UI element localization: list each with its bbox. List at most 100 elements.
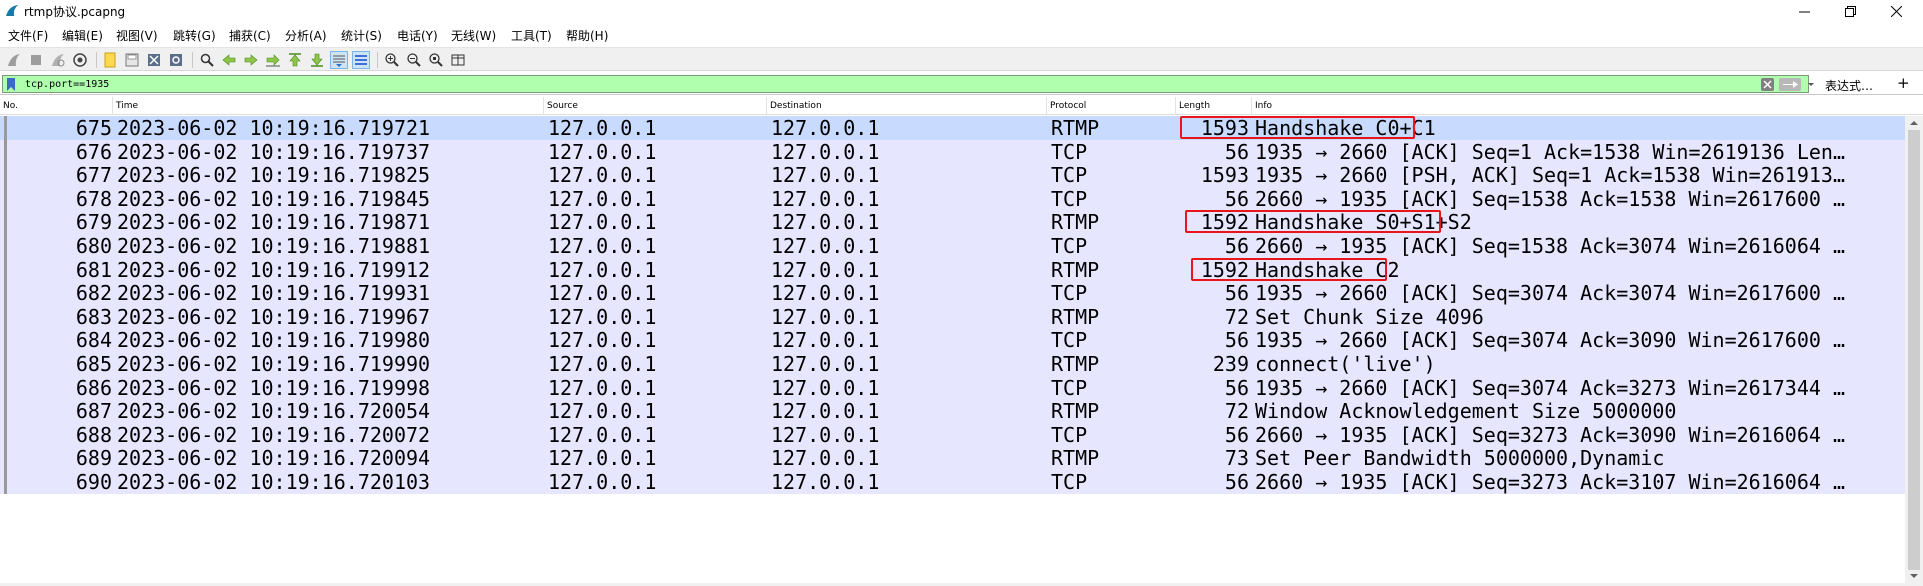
packet-row[interactable]: 688 2023-06-02 10:19:16.720072 127.0.0.1 12… — [0, 423, 1905, 447]
packet-row[interactable]: 686 2023-06-02 10:19:16.719998 127.0.0.1 12… — [0, 376, 1905, 400]
packet-row[interactable]: 689 2023-06-02 10:19:16.720094 127.0.0.1 12… — [0, 446, 1905, 470]
packet-time: 2023-06-02 10:19:16.719871 — [117, 210, 431, 234]
zoom-normal-icon[interactable] — [427, 51, 445, 69]
go-back-icon[interactable] — [220, 51, 238, 69]
stop-capture-icon[interactable] — [27, 51, 45, 69]
menu-wireless[interactable]: 无线(W) — [451, 27, 496, 44]
go-last-icon[interactable] — [308, 51, 326, 69]
menu-edit[interactable]: 编辑(E) — [62, 27, 103, 44]
packet-source: 127.0.0.1 — [548, 328, 657, 352]
menu-capture[interactable]: 捕获(C) — [229, 27, 271, 44]
display-filter-input[interactable] — [2, 75, 1809, 93]
packet-time: 2023-06-02 10:19:16.719825 — [117, 163, 431, 187]
packet-source: 127.0.0.1 — [548, 376, 657, 400]
vertical-scrollbar[interactable] — [1905, 116, 1923, 583]
save-file-icon[interactable] — [123, 51, 141, 69]
capture-options-icon[interactable] — [71, 51, 89, 69]
packet-length: 56 — [1224, 470, 1249, 494]
column-header-time[interactable]: Time — [113, 97, 544, 115]
resize-columns-icon[interactable] — [449, 51, 467, 69]
packet-time: 2023-06-02 10:19:16.719967 — [117, 305, 431, 329]
highlight-box — [1185, 210, 1441, 233]
add-filter-button[interactable]: + — [1897, 74, 1910, 92]
filter-dropdown-icon[interactable] — [1806, 77, 1816, 91]
expression-button[interactable]: 表达式… — [1825, 77, 1873, 94]
column-header-destination[interactable]: Destination — [767, 97, 1047, 115]
packet-row[interactable]: 682 2023-06-02 10:19:16.719931 127.0.0.1 12… — [0, 281, 1905, 305]
packet-time: 2023-06-02 10:19:16.719721 — [117, 116, 431, 140]
menu-file[interactable]: 文件(F) — [8, 27, 48, 44]
menu-view[interactable]: 视图(V) — [116, 27, 158, 44]
filter-bookmark-icon[interactable] — [6, 78, 16, 91]
packet-row[interactable]: 685 2023-06-02 10:19:16.719990 127.0.0.1 12… — [0, 352, 1905, 376]
packet-row[interactable]: 681 2023-06-02 10:19:16.719912 127.0.0.1 12… — [0, 258, 1905, 282]
packet-destination: 127.0.0.1 — [771, 423, 880, 447]
scrollbar-thumb[interactable] — [1908, 130, 1920, 570]
packet-length: 72 — [1224, 305, 1249, 329]
clear-filter-icon[interactable] — [1761, 78, 1774, 91]
menu-go[interactable]: 跳转(G) — [173, 27, 216, 44]
go-to-packet-icon[interactable] — [264, 51, 282, 69]
packet-row[interactable]: 680 2023-06-02 10:19:16.719881 127.0.0.1 12… — [0, 234, 1905, 258]
menu-analyze[interactable]: 分析(A) — [285, 27, 327, 44]
packet-row[interactable]: 676 2023-06-02 10:19:16.719737 127.0.0.1 12… — [0, 140, 1905, 164]
close-file-icon[interactable] — [145, 51, 163, 69]
menu-statistics[interactable]: 统计(S) — [341, 27, 382, 44]
menu-tools[interactable]: 工具(T) — [511, 27, 552, 44]
packet-protocol: RTMP — [1051, 352, 1100, 376]
menu-help[interactable]: 帮助(H) — [566, 27, 608, 44]
packet-row[interactable]: 690 2023-06-02 10:19:16.720103 127.0.0.1 12… — [0, 470, 1905, 494]
packet-length: 56 — [1224, 423, 1249, 447]
packet-source: 127.0.0.1 — [548, 352, 657, 376]
column-header-info[interactable]: Info — [1252, 97, 1923, 115]
colorize-icon[interactable] — [352, 51, 370, 69]
packet-destination: 127.0.0.1 — [771, 187, 880, 211]
packet-source: 127.0.0.1 — [548, 399, 657, 423]
zoom-out-icon[interactable] — [405, 51, 423, 69]
minimize-button[interactable] — [1781, 0, 1827, 22]
scroll-up-icon[interactable] — [1908, 118, 1920, 128]
packet-protocol: RTMP — [1051, 258, 1100, 282]
apply-filter-icon[interactable] — [1779, 78, 1801, 91]
go-first-icon[interactable] — [286, 51, 304, 69]
packet-row[interactable]: 687 2023-06-02 10:19:16.720054 127.0.0.1 12… — [0, 399, 1905, 423]
packet-row[interactable]: 684 2023-06-02 10:19:16.719980 127.0.0.1 12… — [0, 328, 1905, 352]
packet-destination: 127.0.0.1 — [771, 234, 880, 258]
find-packet-icon[interactable] — [198, 51, 216, 69]
menu-telephony[interactable]: 电话(Y) — [397, 27, 438, 44]
go-forward-icon[interactable] — [242, 51, 260, 69]
zoom-in-icon[interactable] — [383, 51, 401, 69]
packet-no: 680 — [75, 234, 112, 258]
close-button[interactable] — [1873, 0, 1919, 22]
packet-length: 56 — [1224, 140, 1249, 164]
packet-protocol: TCP — [1051, 281, 1088, 305]
packet-destination: 127.0.0.1 — [771, 140, 880, 164]
packet-no: 689 — [75, 446, 112, 470]
packet-row[interactable]: 677 2023-06-02 10:19:16.719825 127.0.0.1 12… — [0, 163, 1905, 187]
packet-source: 127.0.0.1 — [548, 258, 657, 282]
packet-row[interactable]: 679 2023-06-02 10:19:16.719871 127.0.0.1 12… — [0, 210, 1905, 234]
column-header-length[interactable]: Length — [1176, 97, 1252, 115]
packet-row[interactable]: 675 2023-06-02 10:19:16.719721 127.0.0.1 12… — [0, 116, 1905, 140]
column-header-no[interactable]: No. — [0, 97, 113, 115]
packet-list-header: No. Time Source Destination Protocol Len… — [0, 97, 1923, 115]
reload-file-icon[interactable] — [167, 51, 185, 69]
packet-source: 127.0.0.1 — [548, 140, 657, 164]
packet-destination: 127.0.0.1 — [771, 305, 880, 329]
autoscroll-icon[interactable] — [330, 51, 348, 69]
packet-time: 2023-06-02 10:19:16.720103 — [117, 470, 431, 494]
restore-button[interactable] — [1827, 0, 1873, 22]
packet-destination: 127.0.0.1 — [771, 446, 880, 470]
packet-row[interactable]: 683 2023-06-02 10:19:16.719967 127.0.0.1 12… — [0, 305, 1905, 329]
restart-capture-icon[interactable] — [49, 51, 67, 69]
column-header-protocol[interactable]: Protocol — [1047, 97, 1176, 115]
packet-length: 73 — [1224, 446, 1249, 470]
packet-info: 1935 → 2660 [ACK] Seq=1 Ack=1538 Win=261… — [1255, 140, 1846, 164]
column-header-source[interactable]: Source — [544, 97, 767, 115]
start-capture-icon[interactable] — [5, 51, 23, 69]
wireshark-fin-icon — [6, 5, 18, 16]
packet-source: 127.0.0.1 — [548, 305, 657, 329]
packet-row[interactable]: 678 2023-06-02 10:19:16.719845 127.0.0.1 12… — [0, 187, 1905, 211]
open-file-icon[interactable] — [101, 51, 119, 69]
scroll-down-icon[interactable] — [1908, 571, 1920, 581]
